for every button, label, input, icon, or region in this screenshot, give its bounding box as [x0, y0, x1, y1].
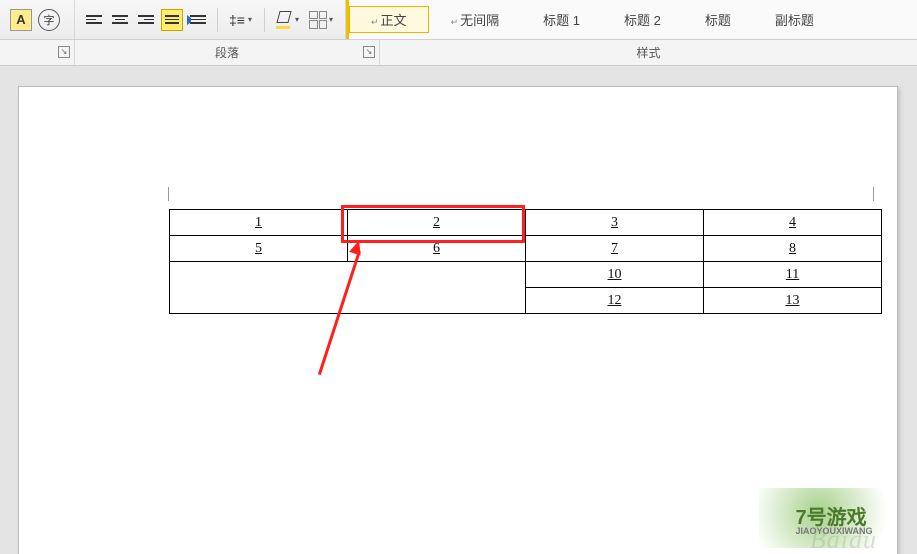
ribbon: A 字 ‡≡ ▾ ▾ ▾ ↵正文 ↵无间隔 标题 1 标题 2 标题 副标题	[0, 0, 917, 40]
table-cell[interactable]: 5	[170, 236, 348, 262]
align-justify-icon[interactable]	[161, 9, 183, 31]
margin-marker-left	[168, 187, 169, 201]
paragraph-mark-icon: ↵	[371, 17, 379, 27]
dialog-launcher-icon[interactable]: ↘	[58, 46, 70, 58]
site-logo: 7号游戏 JIAOYOUXIWANG	[759, 488, 909, 548]
align-left-icon[interactable]	[83, 9, 105, 31]
table-cell[interactable]: 2	[348, 210, 526, 236]
style-heading1[interactable]: 标题 1	[521, 6, 602, 33]
document-table[interactable]: 1 2 3 4 5 6 7 8 10 11 12	[169, 209, 882, 314]
table-row: 1 2 3 4	[170, 210, 882, 236]
separator	[264, 8, 265, 32]
table-row: 5 6 7 8	[170, 236, 882, 262]
style-label: 副标题	[775, 13, 814, 28]
table-cell[interactable]: 10	[526, 262, 704, 288]
text-highlight-icon[interactable]: A	[10, 9, 32, 31]
style-label: 正文	[381, 13, 407, 28]
dialog-launcher-icon[interactable]: ↘	[363, 46, 375, 58]
font-group-partial: A 字	[0, 0, 75, 39]
style-no-spacing[interactable]: ↵无间隔	[429, 6, 522, 33]
chevron-down-icon: ▾	[329, 15, 337, 24]
table-cell[interactable]: 13	[704, 288, 882, 314]
style-title[interactable]: 标题	[683, 6, 753, 33]
style-subtitle[interactable]: 副标题	[753, 6, 836, 33]
style-normal[interactable]: ↵正文	[349, 6, 429, 33]
align-right-icon[interactable]	[135, 9, 157, 31]
style-label: 标题 1	[543, 13, 580, 28]
styles-gallery: ↵正文 ↵无间隔 标题 1 标题 2 标题 副标题	[346, 0, 917, 39]
table-cell[interactable]: 7	[526, 236, 704, 262]
table-wrapper: 1 2 3 4 5 6 7 8 10 11 12	[169, 209, 882, 314]
borders-button[interactable]: ▾	[307, 9, 337, 31]
paragraph-group-footer: 段落 ↘	[75, 40, 380, 65]
style-heading2[interactable]: 标题 2	[602, 6, 683, 33]
page[interactable]: 1 2 3 4 5 6 7 8 10 11 12	[18, 86, 898, 554]
line-spacing-icon: ‡≡	[229, 12, 245, 28]
document-area: 1 2 3 4 5 6 7 8 10 11 12	[0, 66, 917, 554]
distribute-icon[interactable]	[187, 9, 209, 31]
paint-bucket-icon	[274, 11, 294, 29]
group-label: 样式	[636, 46, 660, 60]
group-label: 段落	[215, 46, 239, 60]
table-cell[interactable]: 4	[704, 210, 882, 236]
chevron-down-icon: ▾	[248, 15, 256, 24]
chevron-down-icon: ▾	[295, 15, 303, 24]
table-cell[interactable]: 3	[526, 210, 704, 236]
table-cell[interactable]: 8	[704, 236, 882, 262]
style-label: 无间隔	[460, 13, 499, 28]
table-row: 10 11	[170, 262, 882, 288]
align-center-icon[interactable]	[109, 9, 131, 31]
paragraph-group: ‡≡ ▾ ▾ ▾	[75, 0, 346, 39]
style-label: 标题	[705, 13, 731, 28]
table-cell[interactable]: 11	[704, 262, 882, 288]
enclose-char-icon[interactable]: 字	[38, 9, 60, 31]
shading-button[interactable]: ▾	[273, 9, 303, 31]
grid-icon	[309, 11, 327, 29]
font-group-footer: ↘	[0, 40, 75, 65]
style-label: 标题 2	[624, 13, 661, 28]
ribbon-group-labels: ↘ 段落 ↘ 样式	[0, 40, 917, 66]
logo-sub-text: JIAOYOUXIWANG	[795, 526, 872, 536]
table-cell[interactable]: 6	[348, 236, 526, 262]
line-spacing-button[interactable]: ‡≡ ▾	[226, 9, 256, 31]
table-cell[interactable]: 1	[170, 210, 348, 236]
margin-marker-right	[873, 187, 874, 201]
paragraph-mark-icon: ↵	[451, 17, 459, 27]
separator	[217, 8, 218, 32]
styles-group-footer: 样式	[380, 40, 917, 65]
table-cell[interactable]: 12	[526, 288, 704, 314]
